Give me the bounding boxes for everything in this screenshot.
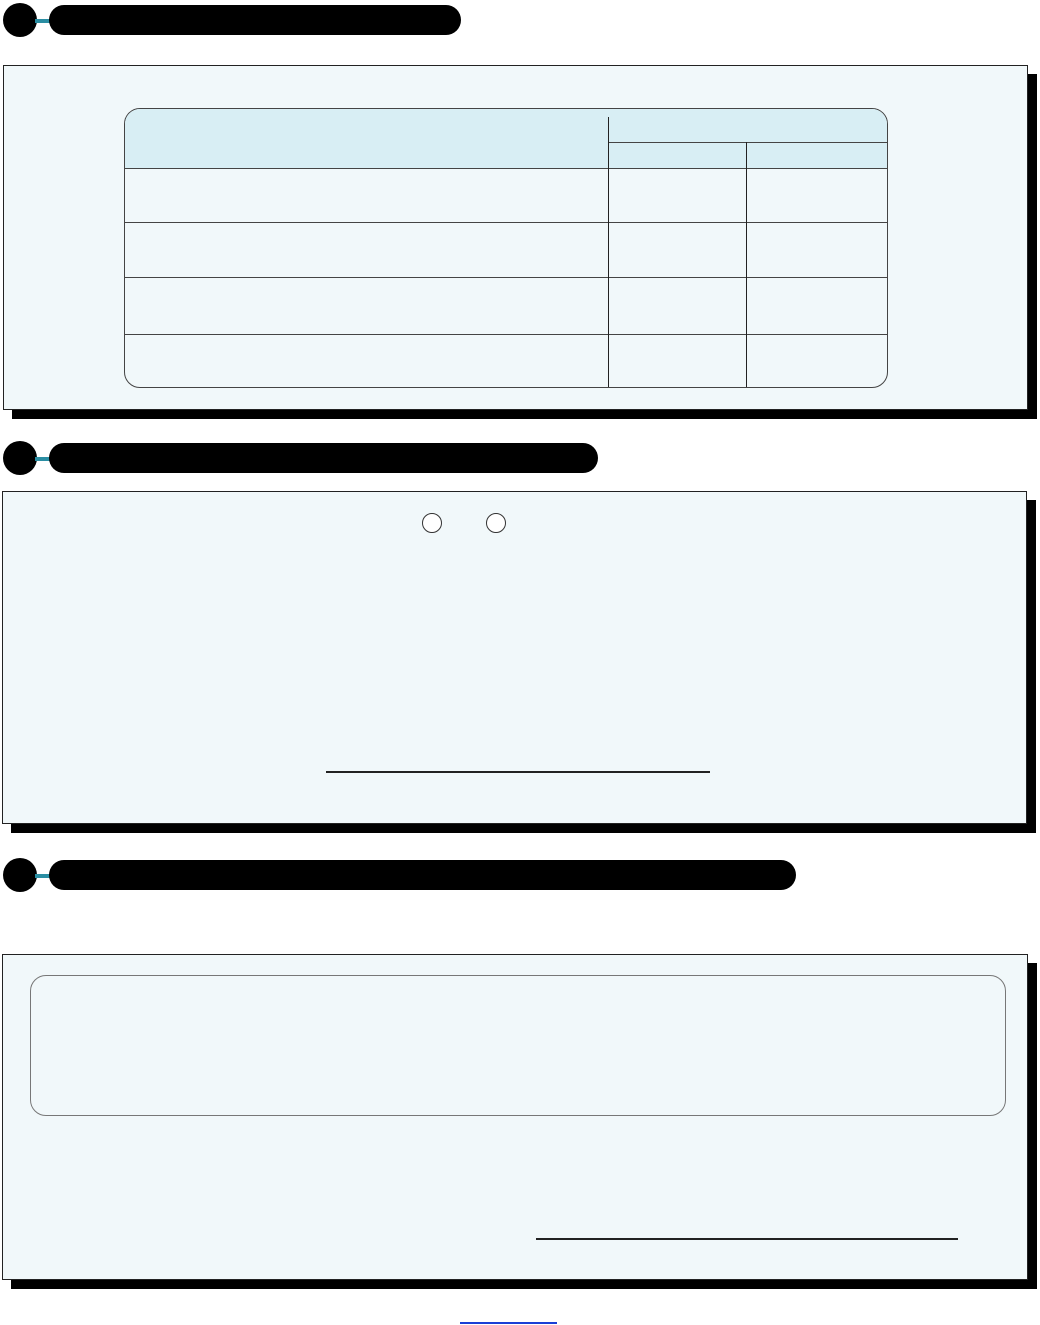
section-3-signature-line[interactable] [536,1238,958,1240]
table-header-divider [125,168,887,169]
section-3-bullet-icon [3,858,37,892]
section-1-title [49,5,461,35]
section-2-bullet-icon [3,441,37,475]
radio-option-2[interactable] [486,513,506,533]
radio-option-1[interactable] [422,513,442,533]
table-row-divider [125,222,887,223]
table-row-divider [125,277,887,278]
table-col-divider [746,142,747,387]
section-2-panel [2,491,1027,824]
section-3-header [3,858,803,892]
table-row-divider [125,334,887,335]
section-1-header [3,3,463,37]
section-1-bullet-icon [3,3,37,37]
section-2-signature-line[interactable] [326,771,710,773]
table-header-row [125,109,887,168]
section-2-header [3,441,603,475]
table-col-divider [608,117,609,387]
table-subheader-divider [608,142,887,143]
score-table [124,108,888,388]
footer-link[interactable] [460,1304,557,1324]
section-3-text-box[interactable] [30,975,1006,1116]
section-3-panel [2,954,1028,1280]
section-3-title [49,860,796,890]
section-2-title [49,443,598,473]
section-1-panel [3,65,1028,410]
